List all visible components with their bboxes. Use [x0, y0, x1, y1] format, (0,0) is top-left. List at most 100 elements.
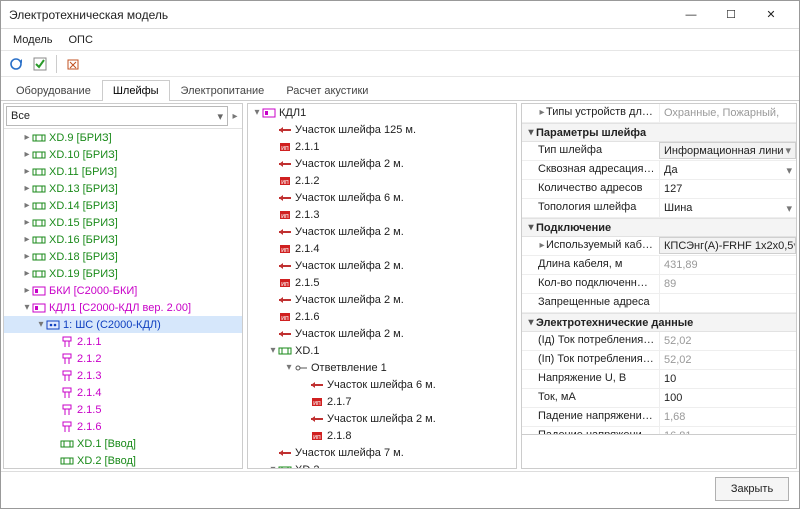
tree-item[interactable]: ип2.1.5: [248, 274, 516, 291]
expand-caret[interactable]: ▸: [22, 217, 32, 228]
property-grid[interactable]: ▸Типы устройств для подклю...Охранные, П…: [522, 104, 796, 434]
chevron-down-icon[interactable]: ▾: [786, 202, 792, 215]
property-row[interactable]: Тип шлейфаИнформационная лини▾: [522, 142, 796, 161]
minimize-button[interactable]: —: [671, 1, 711, 29]
tree-item[interactable]: ип2.1.7: [248, 393, 516, 410]
tree-item[interactable]: ▸XD.19 [БРИЗ]: [4, 265, 242, 282]
tree-item[interactable]: ип2.1.6: [248, 308, 516, 325]
tree-item[interactable]: 2.1.4: [4, 384, 242, 401]
property-section-header[interactable]: ▾Параметры шлейфа: [522, 123, 796, 142]
property-row[interactable]: Ток, мА100: [522, 389, 796, 408]
tree-item[interactable]: ▸XD.14 [БРИЗ]: [4, 197, 242, 214]
tree-item[interactable]: 2.1.6: [4, 418, 242, 435]
expand-caret[interactable]: ▸: [22, 200, 32, 211]
tree-item[interactable]: ип2.1.3: [248, 206, 516, 223]
expand-all-button[interactable]: ▸: [230, 111, 240, 122]
property-value[interactable]: 127: [659, 180, 796, 198]
tree-item[interactable]: Участок шлейфа 125 м.: [248, 121, 516, 138]
property-value[interactable]: КПСЭнг(А)-FRHF 1х2х0,5▾: [659, 237, 796, 254]
chevron-down-icon[interactable]: ▾: [785, 144, 791, 157]
delete-button[interactable]: [62, 53, 84, 75]
property-value[interactable]: 431,89: [659, 256, 796, 274]
property-row[interactable]: Количество адресов127: [522, 180, 796, 199]
tab-loops[interactable]: Шлейфы: [102, 80, 170, 101]
property-value[interactable]: 100: [659, 389, 796, 407]
tree-item[interactable]: Участок шлейфа 7 м.: [248, 444, 516, 461]
expand-caret[interactable]: ▸: [22, 183, 32, 194]
tree-item[interactable]: ип2.1.1: [248, 138, 516, 155]
property-row[interactable]: Сквозная адресация всех у...Да▾: [522, 161, 796, 180]
tree-item[interactable]: Участок шлейфа 2 м.: [248, 257, 516, 274]
expand-caret[interactable]: ▾: [22, 302, 32, 313]
property-row[interactable]: Запрещенные адреса: [522, 294, 796, 313]
tree-item[interactable]: ▸БКИ [С2000-БКИ]: [4, 282, 242, 299]
property-value[interactable]: 16,81: [659, 427, 796, 434]
tree-item[interactable]: 2.1.2: [4, 350, 242, 367]
property-row[interactable]: Длина кабеля, м431,89: [522, 256, 796, 275]
tree-item[interactable]: XD.1 [Ввод]: [4, 435, 242, 452]
tree-item[interactable]: Участок шлейфа 2 м.: [248, 410, 516, 427]
left-tree[interactable]: ▸XD.9 [БРИЗ]▸XD.10 [БРИЗ]▸XD.11 [БРИЗ]▸X…: [4, 129, 242, 468]
property-value[interactable]: [659, 294, 796, 312]
expand-caret[interactable]: ▾: [268, 464, 278, 468]
property-value[interactable]: Охранные, Пожарный,: [659, 104, 796, 122]
expand-caret[interactable]: ▸: [22, 132, 32, 143]
tree-item[interactable]: ▾КДЛ1: [248, 104, 516, 121]
tree-item[interactable]: ▾Ответвление 1: [248, 359, 516, 376]
tree-item[interactable]: ▸XD.18 [БРИЗ]: [4, 248, 242, 265]
expand-caret[interactable]: ▸: [22, 268, 32, 279]
tree-item[interactable]: ип2.1.4: [248, 240, 516, 257]
check-button[interactable]: [29, 53, 51, 75]
section-caret[interactable]: ▾: [526, 127, 536, 138]
property-row[interactable]: Топология шлейфаШина▾: [522, 199, 796, 218]
expand-caret[interactable]: ▸: [22, 149, 32, 160]
tree-item[interactable]: XD.2 [Ввод]: [4, 452, 242, 468]
tree-item[interactable]: ▸XD.15 [БРИЗ]: [4, 214, 242, 231]
expand-caret[interactable]: ▾: [36, 319, 46, 330]
property-row[interactable]: Падение напряжения в шле...1,68: [522, 408, 796, 427]
chevron-down-icon[interactable]: ▾: [793, 239, 796, 252]
tree-item[interactable]: ▾XD.2: [248, 461, 516, 468]
expand-caret[interactable]: ▸: [22, 285, 32, 296]
tree-item[interactable]: Участок шлейфа 6 м.: [248, 189, 516, 206]
refresh-button[interactable]: [5, 53, 27, 75]
tree-item[interactable]: ▾КДЛ1 [С2000-КДЛ вер. 2.00]: [4, 299, 242, 316]
tree-item[interactable]: 2.1.5: [4, 401, 242, 418]
expand-caret[interactable]: ▸: [22, 166, 32, 177]
menu-ops[interactable]: ОПС: [60, 31, 100, 49]
tree-item[interactable]: ▾1: ШС (С2000-КДЛ): [4, 316, 242, 333]
tab-acoustics[interactable]: Расчет акустики: [275, 80, 379, 101]
tree-item[interactable]: Участок шлейфа 2 м.: [248, 325, 516, 342]
filter-select[interactable]: Все ▾: [6, 106, 228, 126]
tree-item[interactable]: ип2.1.2: [248, 172, 516, 189]
property-row[interactable]: (Iп) Ток потребления в пож...52,02: [522, 351, 796, 370]
property-row[interactable]: Напряжение U, В10: [522, 370, 796, 389]
expand-caret[interactable]: ▸: [22, 234, 32, 245]
tree-item[interactable]: ▸XD.11 [БРИЗ]: [4, 163, 242, 180]
tree-item[interactable]: ▸XD.9 [БРИЗ]: [4, 129, 242, 146]
expand-caret[interactable]: ▸: [22, 251, 32, 262]
tree-item[interactable]: ▸XD.10 [БРИЗ]: [4, 146, 242, 163]
property-value[interactable]: 52,02: [659, 332, 796, 350]
property-value[interactable]: 89: [659, 275, 796, 293]
property-row[interactable]: Падение напряжения в шле...16,81: [522, 427, 796, 434]
section-caret[interactable]: ▾: [526, 317, 536, 328]
chevron-down-icon[interactable]: ▾: [786, 164, 792, 177]
property-value[interactable]: Информационная лини▾: [659, 142, 796, 159]
property-value[interactable]: 1,68: [659, 408, 796, 426]
tab-power[interactable]: Электропитание: [170, 80, 276, 101]
section-caret[interactable]: ▾: [526, 222, 536, 233]
tree-item[interactable]: Участок шлейфа 2 м.: [248, 155, 516, 172]
property-value[interactable]: Да▾: [659, 161, 796, 179]
tree-item[interactable]: ▸XD.16 [БРИЗ]: [4, 231, 242, 248]
property-section-header[interactable]: ▾Подключение: [522, 218, 796, 237]
tree-item[interactable]: Участок шлейфа 2 м.: [248, 223, 516, 240]
property-value[interactable]: 52,02: [659, 351, 796, 369]
tree-item[interactable]: 2.1.3: [4, 367, 242, 384]
expand-caret[interactable]: ▾: [284, 362, 294, 373]
property-row[interactable]: ▸Типы устройств для подклю...Охранные, П…: [522, 104, 796, 123]
close-window-button[interactable]: ✕: [751, 1, 791, 29]
expand-caret[interactable]: ▾: [252, 107, 262, 118]
tab-equipment[interactable]: Оборудование: [5, 80, 102, 101]
tree-item[interactable]: ▾XD.1: [248, 342, 516, 359]
